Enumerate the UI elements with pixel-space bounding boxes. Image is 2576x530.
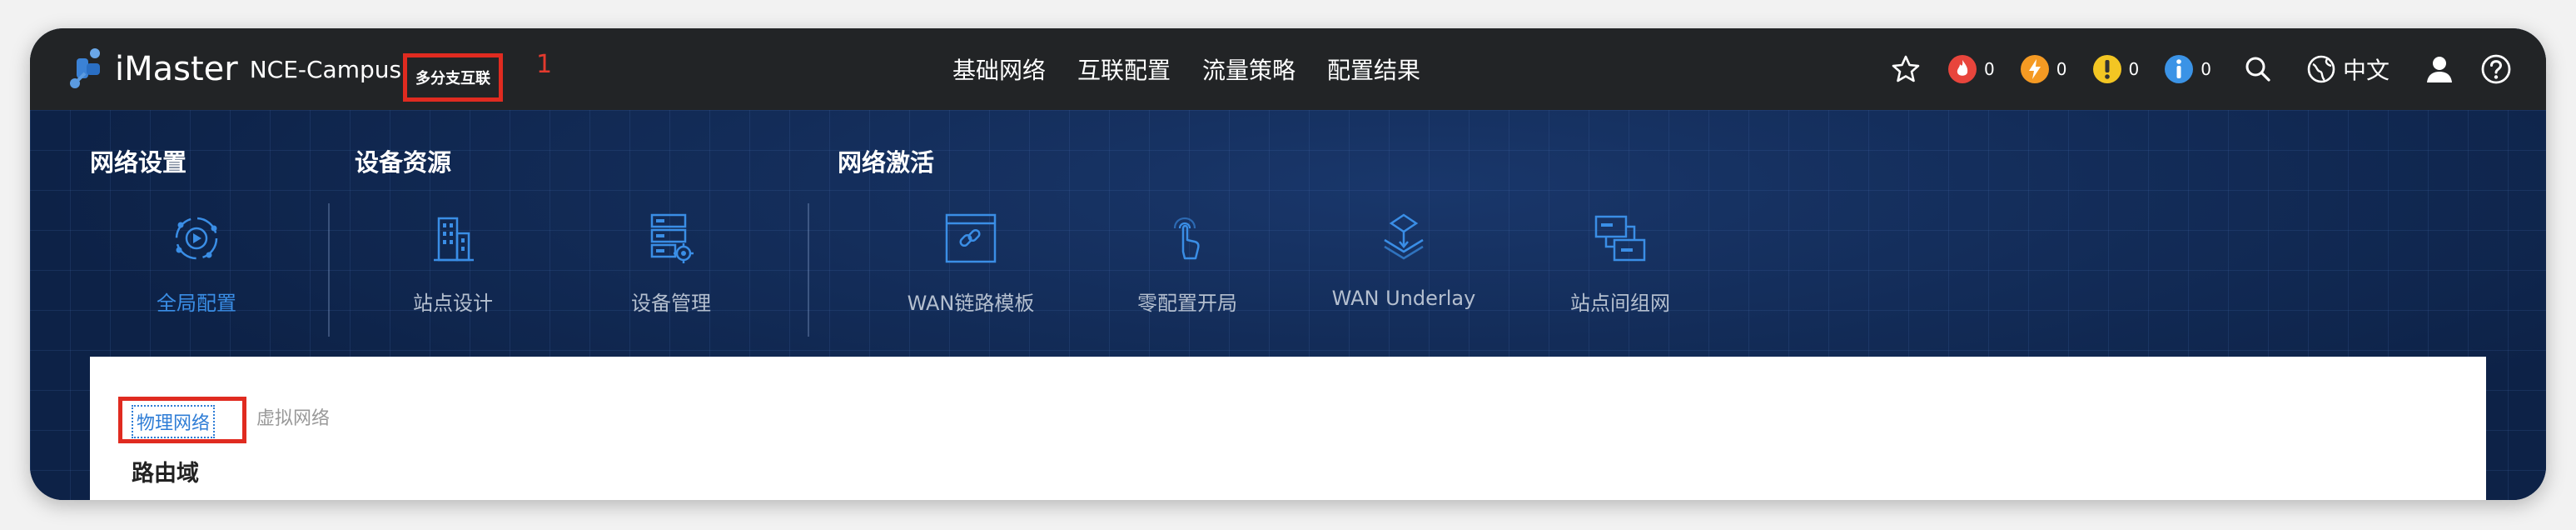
major-alarm-count: 0 bbox=[2056, 59, 2067, 79]
module-zero-touch[interactable]: 零配置开局 bbox=[1096, 210, 1279, 316]
major-alarm-button[interactable]: 0 bbox=[2018, 52, 2067, 86]
info-icon bbox=[2165, 55, 2194, 83]
module-global-config[interactable]: 全局配置 bbox=[105, 210, 288, 316]
group-divider bbox=[808, 203, 809, 337]
module-wan-link-template[interactable]: WAN链路模板 bbox=[879, 210, 1062, 316]
module-label: 全局配置 bbox=[157, 292, 236, 315]
fire-icon bbox=[1948, 55, 1977, 83]
globe-icon bbox=[2307, 55, 2335, 83]
user-icon bbox=[2427, 57, 2452, 82]
lightning-icon bbox=[2020, 55, 2049, 83]
annotation-number: 1 bbox=[536, 50, 553, 79]
scene-tag[interactable]: 多分支互联 bbox=[403, 53, 503, 102]
module-label: WAN链路模板 bbox=[907, 292, 1035, 315]
imaster-logo-icon bbox=[70, 48, 100, 88]
brand-product: iMaster bbox=[115, 50, 238, 88]
minor-alarm-count: 0 bbox=[2128, 59, 2140, 79]
user-button[interactable] bbox=[2423, 52, 2456, 86]
toolbar: 0 0 0 0 中文 bbox=[1866, 28, 2513, 110]
module-label: 设备管理 bbox=[631, 292, 711, 315]
module-site-design[interactable]: 站点设计 bbox=[361, 210, 545, 316]
underlay-icon bbox=[1384, 213, 1424, 260]
help-button[interactable] bbox=[2479, 52, 2513, 86]
module-label: 站点设计 bbox=[413, 292, 493, 315]
tab-virtual-network[interactable]: 虚拟网络 bbox=[256, 403, 330, 430]
device-gear-icon bbox=[650, 213, 694, 263]
help-icon bbox=[2481, 54, 2511, 84]
search-icon bbox=[2245, 57, 2270, 82]
link-template-icon bbox=[945, 213, 997, 263]
group-divider bbox=[328, 203, 330, 337]
top-bar: iMaster NCE-Campus 多分支互联 1 基础网络 互联配置 流量策… bbox=[30, 28, 2546, 110]
brand-logo[interactable]: iMaster NCE-Campus bbox=[67, 47, 401, 92]
section-title-routing-domain: 路由域 bbox=[132, 461, 199, 487]
info-alarm-button[interactable]: 0 bbox=[2162, 52, 2211, 86]
critical-alarm-button[interactable]: 0 bbox=[1946, 52, 1995, 86]
module-label: 零配置开局 bbox=[1137, 292, 1237, 315]
nav-interconnect-config[interactable]: 互联配置 bbox=[1077, 52, 1171, 86]
content-card: 物理网络 虚拟网络 路由域 bbox=[90, 357, 2486, 500]
module-device-management[interactable]: 设备管理 bbox=[579, 210, 763, 316]
nav-config-result[interactable]: 配置结果 bbox=[1327, 52, 1420, 86]
language-switch[interactable]: 中文 bbox=[2305, 52, 2390, 86]
search-button[interactable] bbox=[2241, 52, 2275, 86]
module-site-networking[interactable]: 站点间组网 bbox=[1529, 210, 1712, 316]
main-nav: 基础网络 互联配置 流量策略 配置结果 bbox=[952, 28, 1420, 110]
group-title-device-resources: 设备资源 bbox=[355, 148, 452, 177]
module-label: 站点间组网 bbox=[1570, 292, 1670, 315]
minor-alarm-button[interactable]: 0 bbox=[2091, 52, 2140, 86]
favorite-button[interactable] bbox=[1889, 52, 1922, 86]
global-config-icon bbox=[175, 217, 218, 260]
critical-alarm-count: 0 bbox=[1984, 59, 1995, 79]
touch-hand-icon bbox=[1173, 217, 1200, 260]
building-icon bbox=[434, 217, 474, 262]
nav-basic-network[interactable]: 基础网络 bbox=[952, 52, 1046, 86]
nav-traffic-policy[interactable]: 流量策略 bbox=[1202, 52, 1295, 86]
group-title-network-settings: 网络设置 bbox=[90, 148, 187, 177]
module-wan-underlay[interactable]: WAN Underlay bbox=[1312, 210, 1495, 310]
star-icon bbox=[1892, 55, 1920, 82]
exclamation-icon bbox=[2092, 55, 2121, 83]
module-label: WAN Underlay bbox=[1331, 287, 1476, 310]
tab-physical-network[interactable]: 物理网络 bbox=[132, 405, 216, 438]
site-network-icon bbox=[1594, 215, 1646, 262]
info-alarm-count: 0 bbox=[2201, 59, 2211, 79]
language-label: 中文 bbox=[2342, 57, 2390, 84]
app-window: iMaster NCE-Campus 多分支互联 1 基础网络 互联配置 流量策… bbox=[30, 28, 2546, 500]
brand-name: NCE-Campus bbox=[249, 55, 402, 83]
group-title-network-activation: 网络激活 bbox=[838, 148, 935, 177]
